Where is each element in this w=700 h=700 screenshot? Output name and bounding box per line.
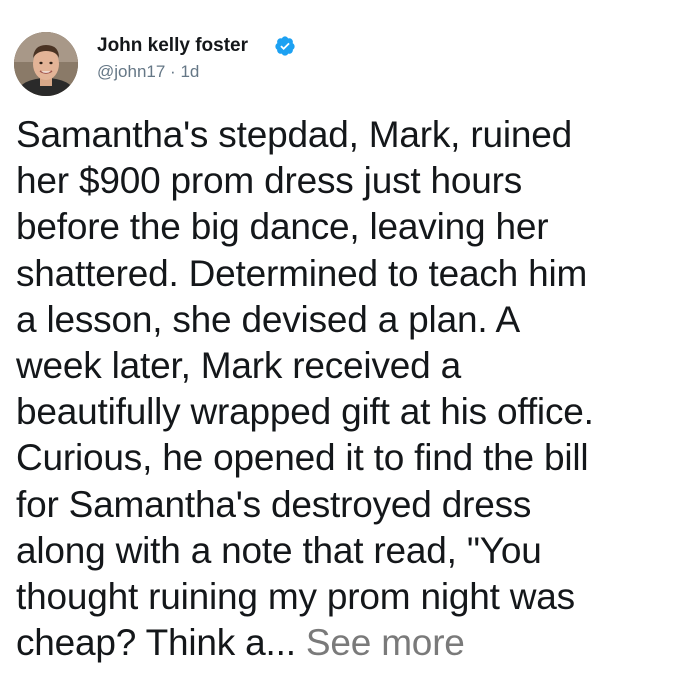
tweet-line: a lesson, she devised a plan. A — [16, 298, 520, 340]
tweet-meta: @john17 · 1d — [97, 62, 199, 82]
author-name[interactable]: John kelly foster — [97, 35, 248, 57]
tweet-line: thought ruining my prom night was — [16, 576, 575, 618]
tweet-timestamp[interactable]: 1d — [180, 62, 199, 81]
tweet-line: her $900 prom dress just hours — [16, 160, 523, 202]
see-more-link[interactable]: See more — [306, 622, 465, 663]
tweet-line: along with a note that read, "You — [16, 529, 542, 571]
tweet-text: Samantha's stepdad, Mark, ruined her $90… — [16, 112, 692, 666]
author-handle[interactable]: @john17 — [97, 62, 165, 81]
avatar-photo-icon — [14, 32, 78, 96]
tweet-last-line: cheap? Think a... See more — [16, 620, 692, 666]
verified-badge-icon — [275, 36, 295, 56]
tweet-line-truncated: cheap? Think a... — [16, 622, 296, 664]
tweet-line: beautifully wrapped gift at his office. — [16, 391, 594, 433]
avatar[interactable] — [14, 32, 78, 96]
tweet-line: before the big dance, leaving her — [16, 206, 549, 248]
tweet-line: for Samantha's destroyed dress — [16, 483, 532, 525]
tweet-card: John kelly foster @john17 · 1d Samantha'… — [0, 0, 700, 700]
tweet-line: Samantha's stepdad, Mark, ruined — [16, 114, 572, 155]
meta-separator: · — [170, 62, 176, 81]
tweet-line: shattered. Determined to teach him — [16, 252, 588, 294]
tweet-line: week later, Mark received a — [16, 345, 461, 387]
tweet-line: Curious, he opened it to find the bill — [16, 437, 589, 479]
